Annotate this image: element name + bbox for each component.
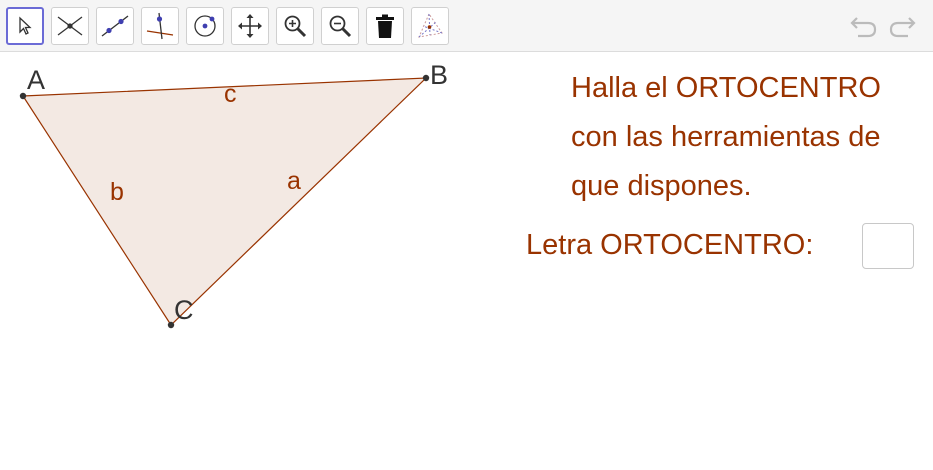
tool-intersect[interactable] — [51, 7, 89, 45]
instructions-text: Halla el ORTOCENTRO con las herramientas… — [571, 64, 921, 211]
toolbar — [0, 0, 933, 52]
point-B[interactable] — [422, 74, 430, 82]
move-cross-arrows-icon — [238, 14, 262, 38]
point-label-B: B — [430, 60, 448, 90]
tool-circle[interactable] — [186, 7, 224, 45]
instructions-line: con las herramientas de — [571, 121, 881, 153]
circle-center-point-icon — [194, 15, 216, 37]
point-label-A: A — [27, 65, 45, 95]
point-label-C: C — [174, 295, 194, 325]
zoom-in-icon — [284, 15, 307, 38]
triangle-altitudes-icon — [418, 12, 443, 38]
point-A[interactable] — [19, 92, 27, 100]
zoom-out-icon — [329, 15, 352, 38]
answer-input[interactable] — [862, 223, 914, 269]
intersect-lines-icon — [57, 16, 83, 36]
side-label-c: c — [224, 80, 237, 108]
side-label-b: b — [110, 178, 124, 206]
tool-move-graphics-view[interactable] — [231, 7, 269, 45]
tool-line[interactable] — [96, 7, 134, 45]
answer-label: Letra ORTOCENTRO: — [526, 229, 814, 261]
tool-zoom-out[interactable] — [321, 7, 359, 45]
tool-orthocenter[interactable] — [411, 7, 449, 45]
line-through-points-icon — [101, 15, 129, 37]
undo-icon[interactable] — [849, 12, 879, 40]
tool-move[interactable] — [6, 7, 44, 45]
side-label-a: a — [287, 167, 301, 195]
pointer-arrow-icon — [19, 16, 32, 35]
tool-zoom-in[interactable] — [276, 7, 314, 45]
tool-perpendicular-line[interactable] — [141, 7, 179, 45]
instructions-line: que dispones. — [571, 170, 752, 202]
undo-redo-group — [849, 12, 917, 40]
instructions-line: Halla el ORTOCENTRO — [571, 72, 881, 104]
triangle-ABC[interactable] — [21, 77, 428, 326]
redo-icon[interactable] — [887, 12, 917, 40]
tool-delete[interactable] — [366, 7, 404, 45]
trash-icon — [376, 14, 394, 38]
perpendicular-line-icon — [146, 12, 174, 40]
